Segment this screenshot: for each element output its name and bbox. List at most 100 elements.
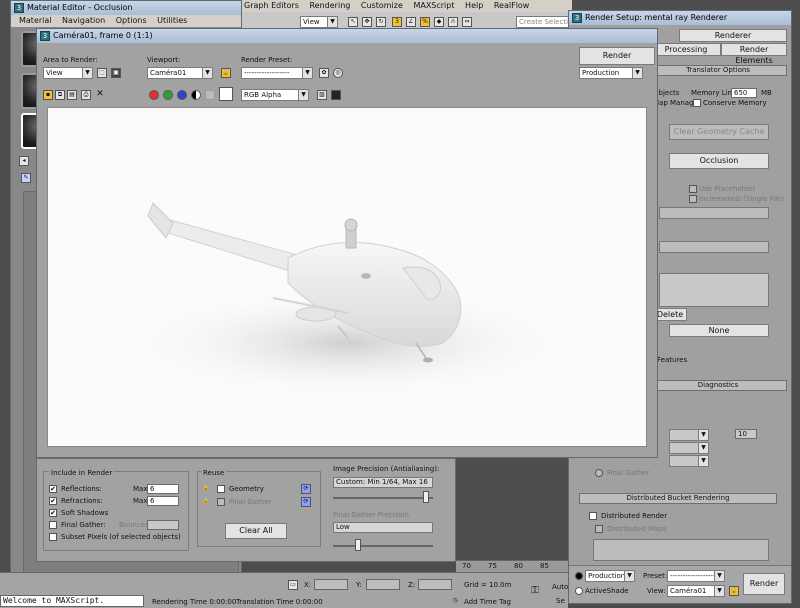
add-time-tag[interactable]: Add Time Tag [464, 598, 511, 606]
incremental-checkbox[interactable] [689, 195, 697, 203]
time-tag-icon[interactable]: ◷ [450, 597, 460, 607]
snap-icon[interactable]: 3 [392, 17, 402, 27]
set-key-label[interactable]: Se [556, 597, 565, 605]
frame-render-button[interactable]: Render [579, 47, 655, 65]
diagnostics-rollout[interactable]: Diagnostics [649, 380, 787, 391]
distributed-maps-checkbox[interactable] [595, 525, 603, 533]
soft-shadows-checkbox[interactable]: ✔ [49, 509, 57, 517]
render-setup-render-button[interactable]: Render [743, 573, 785, 595]
tab-renderer[interactable]: Renderer [679, 29, 787, 42]
z-coord-field[interactable] [418, 579, 452, 590]
y-coord-field[interactable] [366, 579, 400, 590]
none-button[interactable]: None [669, 324, 769, 337]
menu-utilities[interactable]: Utilities [157, 15, 187, 26]
channel-dropdown[interactable]: RGB Alpha ▼ [241, 89, 309, 101]
menu-material[interactable]: Material [19, 15, 52, 26]
bounces-spinner[interactable] [147, 520, 179, 530]
tab-processing[interactable]: Processing [651, 43, 721, 56]
fg-clear-icon[interactable]: ⟳ [301, 497, 311, 507]
selection-lock-icon[interactable]: ▭ [288, 580, 298, 590]
print-icon[interactable]: ⎙ [81, 90, 91, 100]
final-gather-checkbox[interactable] [49, 521, 57, 529]
menu-rendering[interactable]: Rendering [309, 0, 350, 11]
edit-region-icon[interactable]: ⬚ [97, 68, 107, 78]
green-channel-icon[interactable] [163, 90, 173, 100]
refractions-max-spinner[interactable]: 6 [147, 496, 179, 506]
clear-all-button[interactable]: Clear All [225, 523, 287, 539]
activeshade-radio[interactable] [575, 587, 583, 595]
save-image-icon[interactable]: ▪ [43, 90, 53, 100]
diagnostics-dropdown-2[interactable]: ▼ [669, 442, 709, 454]
clone-window-icon[interactable]: ▤ [67, 90, 77, 100]
reflections-checkbox[interactable]: ✔ [49, 485, 57, 493]
menu-realflow[interactable]: RealFlow [494, 0, 530, 11]
final-gather-checkbox[interactable] [595, 469, 603, 477]
distributed-render-checkbox[interactable] [589, 512, 597, 520]
menu-navigation[interactable]: Navigation [62, 15, 105, 26]
auto-key-label[interactable]: Auto [552, 583, 568, 591]
swatch-color[interactable] [219, 87, 233, 101]
frame-production-dropdown[interactable]: Production ▼ [579, 67, 643, 79]
precision-slider-track[interactable] [333, 497, 433, 499]
diagnostics-spinner[interactable]: 10 [735, 429, 757, 439]
menu-maxscript[interactable]: MAXScript [413, 0, 454, 11]
diagnostics-dropdown-1[interactable]: ▼ [669, 429, 709, 441]
toggle-ui-icon[interactable] [331, 90, 341, 100]
proxy-field[interactable] [659, 241, 769, 253]
menu-help[interactable]: Help [465, 0, 483, 11]
dbr-rollout[interactable]: Distributed Bucket Rendering [579, 493, 777, 504]
rotate-icon[interactable]: ↻ [376, 17, 386, 27]
pick-material-icon[interactable]: ✎ [21, 173, 31, 183]
list-box[interactable] [659, 273, 769, 307]
preset-dropdown[interactable]: ------------------ ▼ [667, 570, 725, 582]
dbr-host-field[interactable] [593, 539, 769, 561]
clear-geometry-cache-button[interactable]: Clear Geometry Cache [669, 124, 769, 140]
angle-snap-icon[interactable]: ∠ [406, 17, 416, 27]
refractions-checkbox[interactable]: ✔ [49, 497, 57, 505]
production-radio[interactable] [575, 572, 583, 580]
x-coord-field[interactable] [314, 579, 348, 590]
auto-region-icon[interactable]: ▣ [111, 68, 121, 78]
red-channel-icon[interactable] [149, 90, 159, 100]
create-selection-field[interactable]: Create Selection [516, 16, 572, 28]
memory-limit-spinner[interactable]: 650 [731, 88, 757, 98]
reflections-max-spinner[interactable]: 6 [147, 484, 179, 494]
geometry-lock-icon[interactable]: 🔒 [201, 484, 211, 494]
view-dropdown[interactable]: Caméra01 ▼ [667, 585, 725, 597]
subset-pixels-checkbox[interactable] [49, 533, 57, 541]
key-icon[interactable]: ⚿ [530, 586, 540, 597]
fg-reuse-checkbox[interactable] [217, 498, 225, 506]
clear-icon[interactable]: ✕ [95, 90, 105, 100]
diagnostics-dropdown-3[interactable]: ▼ [669, 455, 709, 467]
fg-precision-slider-thumb[interactable] [355, 539, 361, 551]
lock-icon[interactable]: 🔒 [729, 586, 739, 596]
mirror-icon[interactable]: ⇔ [462, 17, 472, 27]
menu-customize[interactable]: Customize [361, 0, 403, 11]
render-preset-dropdown[interactable]: ------------------ ▼ [241, 67, 313, 79]
toggle-ui-overlay-icon[interactable]: ▧ [317, 90, 327, 100]
move-icon[interactable]: ✥ [362, 17, 372, 27]
precision-slider-thumb[interactable] [423, 491, 429, 503]
geometry-checkbox[interactable] [217, 485, 225, 493]
lock-icon[interactable]: 🔒 [221, 68, 231, 78]
alpha-channel-icon[interactable] [191, 90, 201, 100]
viewport-dropdown[interactable]: Caméra01 ▼ [147, 67, 213, 79]
fg-precision-slider-track[interactable] [333, 545, 433, 547]
spinner-snap-icon[interactable]: ◆ [434, 17, 444, 27]
magnet-icon[interactable]: ∩ [448, 17, 458, 27]
use-placeholder-checkbox[interactable] [689, 185, 697, 193]
tab-render-elements[interactable]: Render Elements [721, 43, 787, 65]
translator-options-rollout[interactable]: Translator Options [649, 65, 787, 76]
area-to-render-dropdown[interactable]: View ▼ [43, 67, 93, 79]
conserve-memory-checkbox[interactable] [693, 99, 701, 107]
select-icon[interactable]: ↖ [348, 17, 358, 27]
geometry-clear-icon[interactable]: ⟳ [301, 484, 311, 494]
maxscript-listener[interactable]: Welcome to MAXScript. [0, 595, 144, 607]
max-view-dropdown[interactable]: View ▼ [300, 16, 338, 28]
filename-field[interactable] [659, 207, 769, 219]
occlusion-button[interactable]: Occlusion [669, 153, 769, 169]
copy-image-icon[interactable]: ⧉ [55, 90, 65, 100]
monochrome-icon[interactable] [205, 90, 215, 100]
environment-icon[interactable]: ◎ [333, 68, 343, 78]
production-dropdown[interactable]: Production ▼ [585, 570, 635, 582]
